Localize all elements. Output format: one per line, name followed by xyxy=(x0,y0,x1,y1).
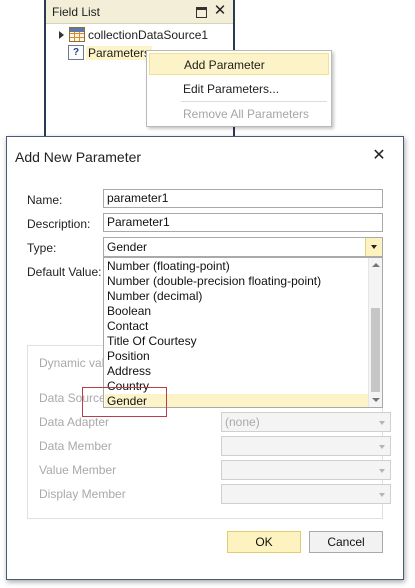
menu-item-remove-all-parameters: Remove All Parameters xyxy=(183,107,310,121)
dropdown-option[interactable]: Number (double-precision floating-point) xyxy=(105,274,369,289)
data-adapter-value: (none) xyxy=(225,415,260,429)
tree-item-data-source[interactable]: collectionDataSource1 xyxy=(46,26,231,44)
parameter-icon: ? xyxy=(68,45,84,60)
data-member-combo xyxy=(221,436,391,456)
dialog-title: Add New Parameter xyxy=(15,149,142,165)
type-dropdown-list[interactable]: Number (floating-point) Number (double-p… xyxy=(103,257,383,408)
dropdown-option[interactable]: Title Of Courtesy xyxy=(105,334,369,349)
close-icon[interactable]: ✕ xyxy=(212,3,228,19)
description-label: Description: xyxy=(27,217,91,231)
field-list-titlebar: Field List ✕ xyxy=(46,0,233,24)
maximize-icon[interactable] xyxy=(193,3,209,19)
dropdown-option[interactable]: Contact xyxy=(105,319,369,334)
tree-item-parameters[interactable]: ? Parameters xyxy=(68,44,153,62)
expand-arrow-icon[interactable] xyxy=(59,31,64,39)
tree-item-label: Parameters xyxy=(86,46,153,60)
dropdown-option[interactable]: Address xyxy=(105,364,369,379)
chevron-down-icon xyxy=(379,493,385,497)
scroll-down-icon[interactable] xyxy=(372,398,380,402)
chevron-down-icon xyxy=(379,445,385,449)
data-adapter-label: Data Adapter xyxy=(39,415,110,429)
menu-item-edit-parameters[interactable]: Edit Parameters... xyxy=(149,78,329,100)
chevron-down-icon[interactable] xyxy=(365,238,382,256)
scroll-up-icon[interactable] xyxy=(372,263,380,267)
type-combo-value: Gender xyxy=(107,240,148,254)
dropdown-option[interactable]: Boolean xyxy=(105,304,369,319)
display-member-label: Display Member xyxy=(39,487,126,501)
table-icon xyxy=(69,27,85,42)
close-icon[interactable]: ✕ xyxy=(372,147,386,165)
scrollbar-thumb[interactable] xyxy=(371,308,380,392)
data-adapter-combo: (none) xyxy=(221,412,391,432)
tree-item-label: collectionDataSource1 xyxy=(88,28,209,42)
type-combo[interactable]: Gender xyxy=(103,237,383,257)
chevron-down-icon xyxy=(379,421,385,425)
field-list-title: Field List xyxy=(52,5,101,19)
dropdown-scrollbar[interactable] xyxy=(368,258,382,407)
name-label: Name: xyxy=(27,193,63,207)
selection-callout xyxy=(82,387,167,417)
dropdown-option[interactable]: Number (floating-point) xyxy=(105,259,369,274)
description-input[interactable]: Parameter1 xyxy=(103,213,383,232)
dropdown-option[interactable]: Number (decimal) xyxy=(105,289,369,304)
menu-separator xyxy=(181,101,327,102)
ok-button[interactable]: OK xyxy=(227,531,301,553)
data-member-label: Data Member xyxy=(39,439,112,453)
value-member-combo xyxy=(221,460,391,480)
chevron-down-icon xyxy=(379,469,385,473)
value-member-label: Value Member xyxy=(39,463,117,477)
dropdown-option[interactable]: Position xyxy=(105,349,369,364)
type-label: Type: xyxy=(27,241,57,255)
context-menu: Add Parameter Edit Parameters... Remove … xyxy=(146,50,332,127)
add-new-parameter-dialog: Add New Parameter ✕ Name: parameter1 Des… xyxy=(6,136,404,580)
cancel-button[interactable]: Cancel xyxy=(309,531,383,553)
name-input[interactable]: parameter1 xyxy=(103,189,383,208)
display-member-combo xyxy=(221,484,391,504)
dynamic-values-label: Dynamic valu xyxy=(39,356,112,370)
default-value-label: Default Value: xyxy=(27,265,102,279)
menu-item-add-parameter[interactable]: Add Parameter xyxy=(149,53,329,75)
